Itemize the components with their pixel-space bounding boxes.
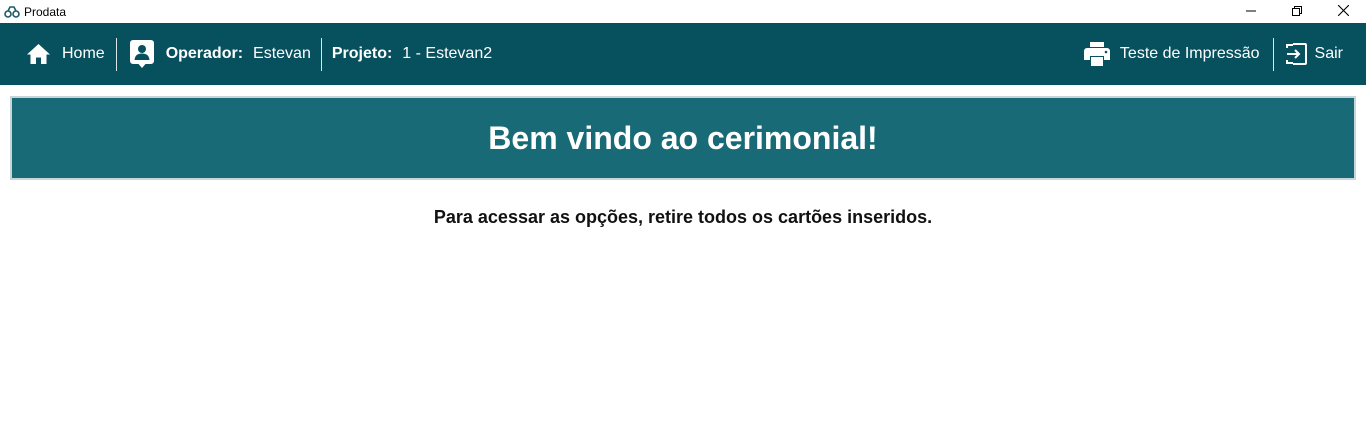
user-badge-icon bbox=[129, 40, 154, 68]
navbar-left: Home Operador: Estevan Projeto: 1 - Este… bbox=[0, 23, 492, 85]
exit-label: Sair bbox=[1314, 45, 1343, 62]
project-info: Projeto: 1 - Estevan2 bbox=[322, 23, 492, 85]
project-label: Projeto: bbox=[331, 45, 393, 62]
close-button[interactable] bbox=[1320, 0, 1366, 23]
print-test-label: Teste de Impressão bbox=[1119, 45, 1260, 62]
operator-info: Operador: Estevan bbox=[117, 23, 321, 85]
welcome-title: Bem vindo ao cerimonial! bbox=[488, 119, 878, 156]
home-icon bbox=[26, 43, 51, 65]
project-value: 1 - Estevan2 bbox=[402, 45, 493, 62]
operator-value: Estevan bbox=[253, 45, 311, 62]
window-titlebar: Prodata bbox=[0, 0, 1366, 23]
minimize-icon bbox=[1246, 3, 1256, 21]
restore-button[interactable] bbox=[1274, 0, 1320, 23]
operator-label: Operador: bbox=[165, 45, 244, 62]
navbar-divider bbox=[115, 37, 117, 71]
window-title: Prodata bbox=[24, 4, 67, 19]
window-controls bbox=[1228, 0, 1366, 23]
home-label: Home bbox=[62, 45, 105, 62]
instruction-message: Para acessar as opções, retire todos os … bbox=[433, 207, 933, 227]
close-icon bbox=[1337, 3, 1349, 21]
home-button[interactable]: Home bbox=[0, 23, 116, 85]
printer-icon bbox=[1083, 42, 1110, 66]
exit-button[interactable]: Sair bbox=[1274, 23, 1366, 85]
welcome-banner: Bem vindo ao cerimonial! bbox=[10, 96, 1356, 180]
navbar-divider bbox=[1272, 37, 1274, 71]
minimize-button[interactable] bbox=[1228, 0, 1274, 23]
exit-icon bbox=[1285, 43, 1307, 65]
print-test-button[interactable]: Teste de Impressão bbox=[1083, 23, 1273, 85]
navbar-divider bbox=[320, 37, 322, 71]
navbar-right: Teste de Impressão Sair bbox=[1083, 23, 1366, 85]
restore-icon bbox=[1292, 3, 1302, 21]
top-navbar: Home Operador: Estevan Projeto: 1 - Este… bbox=[0, 23, 1366, 85]
app-logo-icon bbox=[3, 3, 21, 21]
